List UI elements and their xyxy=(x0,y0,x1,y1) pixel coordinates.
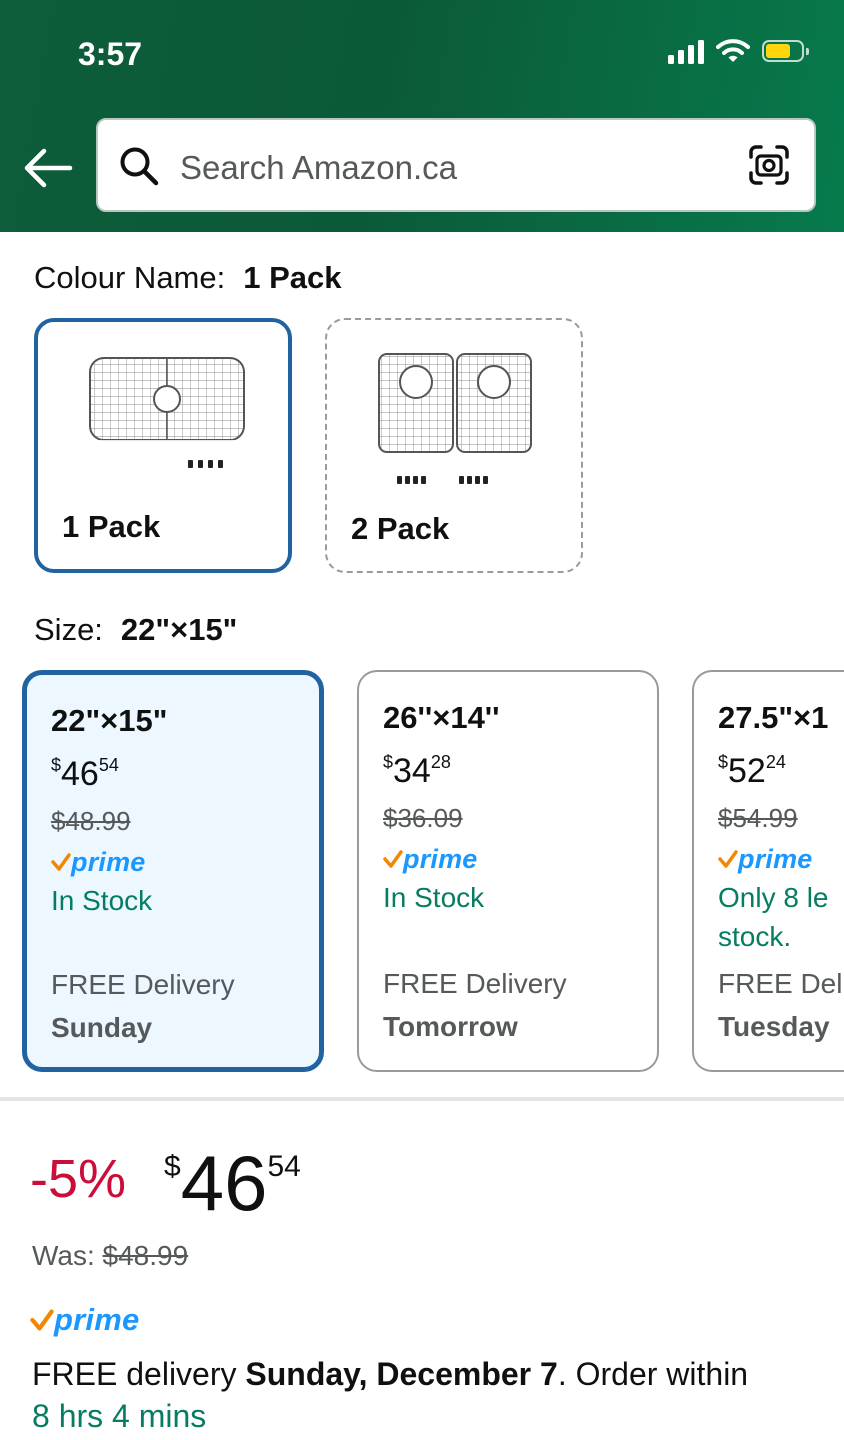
stock-status-line-2: stock. xyxy=(718,921,792,952)
delivery-day: Tuesday xyxy=(718,1011,830,1042)
prime-badge: prime xyxy=(30,1302,139,1338)
sink-grid-2-pack-image xyxy=(378,353,532,484)
was-price-row: Was: $48.99 xyxy=(32,1240,188,1272)
section-divider xyxy=(0,1097,844,1101)
prime-check-icon xyxy=(51,853,71,871)
colour-option-label: 1 Pack xyxy=(62,509,161,544)
prime-check-icon xyxy=(30,1309,54,1331)
delivery-day: Sunday xyxy=(51,1012,153,1043)
prime-check-icon xyxy=(718,850,738,868)
colour-name-row: Colour Name: 1 Pack xyxy=(34,260,342,296)
size-option-was-price: $54.99 xyxy=(718,803,798,833)
prime-badge: prime xyxy=(51,847,319,877)
colour-option-2-pack[interactable]: 2 Pack xyxy=(325,318,583,573)
current-price: $4654 xyxy=(164,1139,301,1227)
stock-status-line-1: Only 8 le xyxy=(718,882,829,913)
size-option-name: 26''×14'' xyxy=(383,700,500,735)
search-bar[interactable]: Search Amazon.ca xyxy=(96,118,816,212)
was-label: Was: xyxy=(32,1240,95,1271)
cellular-signal-icon xyxy=(668,38,704,64)
search-icon xyxy=(120,147,159,186)
colour-name-value: 1 Pack xyxy=(243,260,342,295)
colour-option-label: 2 Pack xyxy=(351,511,450,546)
delivery-label: FREE Delivery xyxy=(383,968,567,999)
size-label: Size: xyxy=(34,612,103,647)
prime-check-icon xyxy=(383,850,403,868)
was-price: $48.99 xyxy=(102,1240,189,1271)
size-value: 22"×15" xyxy=(120,612,238,647)
size-option-27-5[interactable]: 27.5"×1 $5224 $54.99 prime Only 8 le sto… xyxy=(692,670,844,1072)
wifi-icon xyxy=(716,39,750,62)
size-row: Size: 22"×15" xyxy=(34,612,237,648)
size-option-name: 22"×15" xyxy=(51,703,168,738)
delivery-date: Sunday, December 7 xyxy=(245,1356,558,1392)
size-option-price: $3428 xyxy=(383,752,451,790)
size-option-26x14[interactable]: 26''×14'' $3428 $36.09 prime In Stock FR… xyxy=(357,670,659,1072)
status-time: 3:57 xyxy=(78,36,143,72)
camera-scan-icon[interactable] xyxy=(748,144,790,186)
back-arrow-icon[interactable] xyxy=(22,146,74,190)
size-option-22x15[interactable]: 22"×15" $4654 $48.99 prime In Stock FREE… xyxy=(22,670,324,1072)
delivery-label: FREE Deli xyxy=(718,968,844,999)
delivery-label: FREE Delivery xyxy=(51,969,235,1000)
battery-icon xyxy=(762,40,809,62)
size-option-price: $5224 xyxy=(718,752,786,790)
stock-status: In Stock xyxy=(51,885,153,916)
status-icons xyxy=(668,38,809,64)
discount-percent: -5% xyxy=(30,1149,127,1209)
app-header: 3:57 Search Amazon.ca xyxy=(0,0,844,232)
search-input[interactable]: Search Amazon.ca xyxy=(180,149,457,187)
size-option-price: $4654 xyxy=(51,755,119,793)
order-countdown: 8 hrs 4 mins xyxy=(32,1398,207,1434)
battery-level xyxy=(766,44,790,58)
delivery-message: FREE delivery Sunday, December 7. Order … xyxy=(32,1356,749,1392)
size-option-was-price: $48.99 xyxy=(51,806,131,836)
colour-name-label: Colour Name: xyxy=(34,260,226,295)
colour-option-1-pack[interactable]: 1 Pack xyxy=(34,318,292,573)
size-option-was-price: $36.09 xyxy=(383,803,463,833)
size-option-name: 27.5"×1 xyxy=(718,700,829,735)
delivery-day: Tomorrow xyxy=(383,1011,518,1042)
prime-badge: prime xyxy=(718,844,844,874)
sink-grid-1-pack-image xyxy=(89,357,245,470)
prime-badge: prime xyxy=(383,844,657,874)
stock-status: In Stock xyxy=(383,882,485,913)
